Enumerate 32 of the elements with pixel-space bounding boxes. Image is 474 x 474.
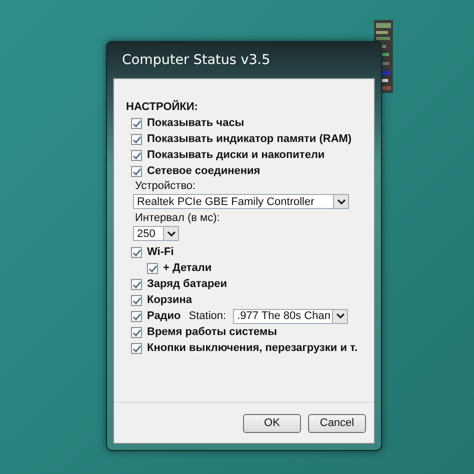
ok-button[interactable]: OK [243,414,301,432]
checkbox[interactable] [147,262,158,274]
checkbox-label[interactable]: Заряд батареи [147,278,228,290]
field-label: Интервал (в мс): [134,211,221,226]
checkbox[interactable] [131,278,142,290]
checkbox-label[interactable]: Корзина [147,294,192,306]
station-dropdown[interactable]: .977 The 80s Chan [233,308,348,324]
checkbox-label[interactable]: Показывать часы [147,117,244,129]
checkbox-label[interactable]: + Детали [163,262,212,274]
interval-dropdown[interactable]: 250 [133,226,179,241]
cancel-button[interactable]: Cancel [308,414,366,432]
checkbox-label[interactable]: Сетевое соединения [147,165,260,177]
checkbox[interactable] [131,166,142,176]
window-title: Computer Status v3.5 [121,51,272,70]
device-dropdown[interactable]: Realtek PCIe GBE Family Controller [133,194,349,209]
field-label: Устройство: [134,179,197,194]
checkbox-label[interactable]: Wi-Fi [147,246,174,258]
checkbox[interactable] [131,118,142,128]
section-title: НАСТРОЙКИ: [126,99,199,115]
checkbox-label[interactable]: Показывать индикатор памяти (RAM) [147,133,352,145]
checkbox[interactable] [131,134,142,144]
checkbox[interactable] [131,326,142,338]
checkbox-label[interactable]: Показывать диски и накопители [147,149,325,161]
checkbox-label[interactable]: Время работы системы [147,326,278,338]
station-label: Station: [188,310,226,322]
checkbox[interactable] [131,150,142,160]
checkbox-label[interactable]: Радио [147,310,181,322]
checkbox[interactable] [131,294,142,306]
checkbox-label[interactable]: Кнопки выключения, перезагрузки и т. [147,342,358,354]
checkbox[interactable] [131,246,142,258]
checkbox[interactable] [131,310,142,322]
checkbox[interactable] [131,342,142,354]
